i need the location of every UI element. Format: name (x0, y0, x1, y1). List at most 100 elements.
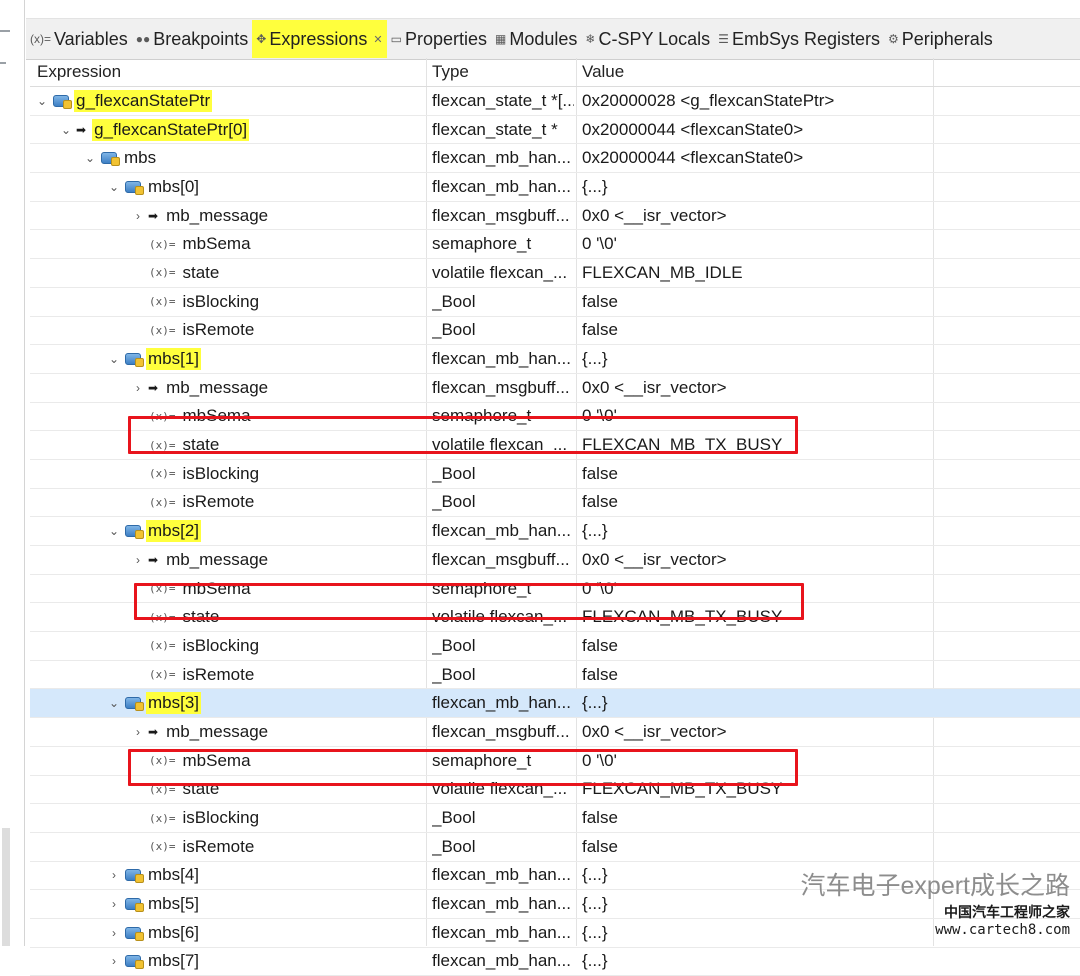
value-cell[interactable]: false (582, 661, 942, 689)
left-scrollbar[interactable] (2, 828, 10, 946)
value-cell[interactable]: 0 '\0' (582, 575, 942, 603)
tab-properties[interactable]: ▭ Properties (387, 20, 491, 58)
table-row[interactable]: (x)= state volatile flexcan_... FLEXCAN_MB_… (30, 259, 1080, 288)
close-tab-icon[interactable]: ✕ (373, 33, 382, 46)
value-cell[interactable]: {...} (582, 948, 942, 976)
table-row[interactable]: (x)= isRemote _Bool false (30, 489, 1080, 518)
chevron-down-icon[interactable]: ⌄ (58, 123, 74, 137)
chevron-right-icon[interactable]: › (106, 868, 122, 882)
value-cell[interactable]: false (582, 804, 942, 832)
column-header-type[interactable]: Type (432, 58, 574, 86)
value-cell[interactable]: 0 '\0' (582, 403, 942, 431)
table-row[interactable]: (x)= mbSema semaphore_t 0 '\0' (30, 575, 1080, 604)
value-cell[interactable]: 0x0 <__isr_vector> (582, 374, 942, 402)
tab-modules[interactable]: ▦ Modules (491, 20, 581, 58)
variable-icon: (x)= (149, 782, 176, 796)
pointer-arrow-icon: ➡ (148, 380, 159, 395)
chevron-right-icon[interactable]: › (130, 725, 146, 739)
value-cell[interactable]: 0 '\0' (582, 230, 942, 258)
tab-variables[interactable]: (x)= Variables (26, 20, 132, 58)
table-row[interactable]: (x)= isBlocking _Bool false (30, 804, 1080, 833)
value-cell[interactable]: false (582, 489, 942, 517)
pointer-struct-icon (125, 926, 144, 941)
value-cell[interactable]: {...} (582, 173, 942, 201)
chevron-right-icon[interactable]: › (130, 381, 146, 395)
pointer-arrow-icon: ➡ (148, 208, 159, 223)
chevron-down-icon[interactable]: ⌄ (106, 696, 122, 710)
table-row[interactable]: (x)= mbSema semaphore_t 0 '\0' (30, 747, 1080, 776)
table-row[interactable]: (x)= isRemote _Bool false (30, 833, 1080, 862)
value-cell[interactable]: 0x20000028 <g_flexcanStatePtr> (582, 87, 942, 115)
panel-edge-mark (0, 30, 10, 32)
value-cell[interactable]: 0x0 <__isr_vector> (582, 718, 942, 746)
chevron-down-icon[interactable]: ⌄ (34, 94, 50, 108)
chevron-right-icon[interactable]: › (130, 209, 146, 223)
table-row[interactable]: ⌄ mbs flexcan_mb_han... 0x20000044 <flexcan… (30, 144, 1080, 174)
table-row[interactable]: ⌄ mbs[0] flexcan_mb_han... {...} (30, 173, 1080, 202)
pointer-struct-icon (125, 955, 144, 970)
value-cell[interactable]: {...} (582, 345, 942, 373)
table-row[interactable]: ⌄ ➡ g_flexcanStatePtr[0] flexcan_state_t * 0… (30, 116, 1080, 145)
expression-name: mbs[0] (148, 176, 200, 196)
value-cell[interactable]: false (582, 460, 942, 488)
value-cell[interactable]: false (582, 317, 942, 345)
value-cell[interactable]: false (582, 288, 942, 316)
expression-name: g_flexcanStatePtr (74, 89, 213, 112)
expression-name: mbs[4] (148, 865, 200, 885)
tab-breakpoints[interactable]: ●● Breakpoints (132, 20, 253, 58)
tab-cspy-locals[interactable]: ❄ C-SPY Locals (581, 20, 714, 58)
table-row[interactable]: (x)= state volatile flexcan_... FLEXCAN_MB_… (30, 776, 1080, 805)
table-row[interactable]: ⌄ mbs[1] flexcan_mb_han... {...} (30, 345, 1080, 374)
value-cell[interactable]: 0x0 <__isr_vector> (582, 202, 942, 230)
table-row[interactable]: (x)= mbSema semaphore_t 0 '\0' (30, 403, 1080, 432)
chevron-down-icon[interactable]: ⌄ (106, 180, 122, 194)
table-row[interactable]: (x)= isBlocking _Bool false (30, 632, 1080, 661)
column-header-expression[interactable]: Expression (30, 58, 433, 86)
value-cell[interactable]: 0 '\0' (582, 747, 942, 775)
tab-expressions[interactable]: ✥ Expressions ✕ (252, 20, 387, 58)
value-cell[interactable]: {...} (582, 517, 942, 545)
table-row[interactable]: ⌄ g_flexcanStatePtr flexcan_state_t *[... 0… (30, 87, 1080, 116)
chevron-down-icon[interactable]: ⌄ (106, 352, 122, 366)
expression-name: state (182, 779, 220, 799)
table-row[interactable]: › ➡ mb_message flexcan_msgbuff... 0x0 <__isr… (30, 374, 1080, 403)
value-cell[interactable]: 0x0 <__isr_vector> (582, 546, 942, 574)
tab-embsys-registers[interactable]: ☰ EmbSys Registers (714, 20, 884, 58)
value-cell[interactable]: false (582, 632, 942, 660)
type-cell: flexcan_mb_han... (432, 521, 571, 541)
table-row[interactable]: › mbs[7] flexcan_mb_han... {...} (30, 948, 1080, 976)
value-cell[interactable]: 0x20000044 <flexcanState0> (582, 144, 942, 172)
table-row[interactable]: (x)= isBlocking _Bool false (30, 460, 1080, 489)
table-row[interactable]: › ➡ mb_message flexcan_msgbuff... 0x0 <__isr… (30, 718, 1080, 747)
value-cell[interactable]: false (582, 833, 942, 861)
table-row[interactable]: (x)= isRemote _Bool false (30, 317, 1080, 346)
table-row[interactable]: › ➡ mb_message flexcan_msgbuff... 0x0 <__isr… (30, 546, 1080, 575)
value-cell[interactable]: 0x20000044 <flexcanState0> (582, 116, 942, 144)
chevron-right-icon[interactable]: › (106, 897, 122, 911)
value-cell[interactable]: FLEXCAN_MB_TX_BUSY (582, 776, 942, 804)
variable-icon: (x)= (149, 467, 176, 481)
table-row[interactable]: (x)= isBlocking _Bool false (30, 288, 1080, 317)
variable-icon: (x)= (149, 811, 176, 825)
chevron-right-icon[interactable]: › (106, 926, 122, 940)
table-row[interactable]: (x)= isRemote _Bool false (30, 661, 1080, 690)
value-cell[interactable]: FLEXCAN_MB_TX_BUSY (582, 603, 942, 631)
pointer-struct-icon (125, 869, 144, 884)
chevron-right-icon[interactable]: › (130, 553, 146, 567)
table-row[interactable]: ⌄ mbs[3] flexcan_mb_han... {...} (30, 689, 1080, 719)
tab-label: Expressions (269, 28, 368, 49)
value-cell[interactable]: FLEXCAN_MB_IDLE (582, 259, 942, 287)
tab-peripherals[interactable]: ⚙ Peripherals (884, 20, 997, 58)
column-header-value[interactable]: Value (582, 58, 942, 86)
value-cell[interactable]: FLEXCAN_MB_TX_BUSY (582, 431, 942, 459)
table-row[interactable]: (x)= mbSema semaphore_t 0 '\0' (30, 230, 1080, 260)
chevron-right-icon[interactable]: › (106, 954, 122, 968)
table-row[interactable]: (x)= state volatile flexcan_... FLEXCAN_MB_… (30, 431, 1080, 460)
table-row[interactable]: (x)= state volatile flexcan_... FLEXCAN_MB_… (30, 603, 1080, 633)
type-cell: semaphore_t (432, 578, 532, 598)
chevron-down-icon[interactable]: ⌄ (82, 151, 98, 165)
chevron-down-icon[interactable]: ⌄ (106, 524, 122, 538)
table-row[interactable]: › ➡ mb_message flexcan_msgbuff... 0x0 <__isr… (30, 202, 1080, 231)
value-cell[interactable]: {...} (582, 689, 942, 717)
table-row[interactable]: ⌄ mbs[2] flexcan_mb_han... {...} (30, 517, 1080, 546)
